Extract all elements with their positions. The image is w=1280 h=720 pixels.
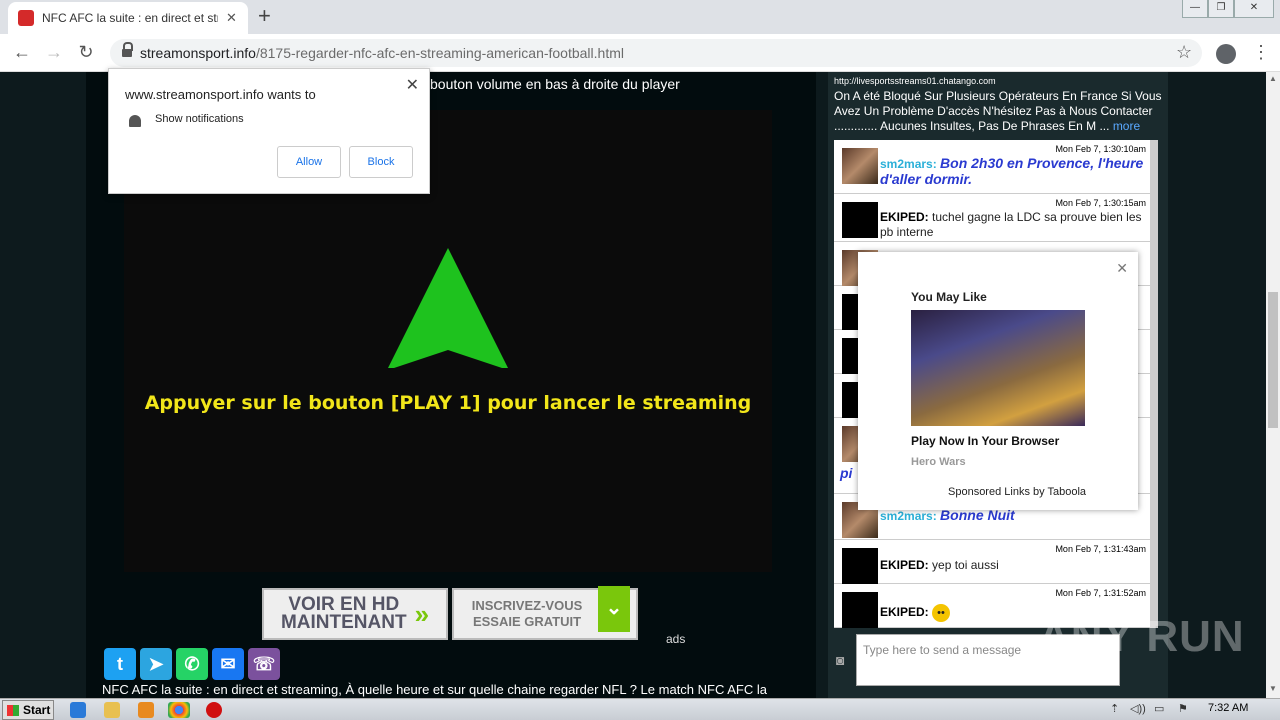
chat-message: Mon Feb 7, 1:31:43am EKIPED: yep toi aus… [834, 540, 1150, 584]
clock: 7:32 AM [1208, 702, 1249, 714]
restore-button[interactable]: ❐ [1208, 0, 1234, 18]
ads-label: ads [666, 632, 686, 646]
minimize-button[interactable]: — [1182, 0, 1208, 18]
site-favicon-icon [18, 10, 34, 26]
block-button[interactable]: Block [349, 146, 413, 178]
media-player-icon[interactable] [138, 702, 154, 718]
more-link[interactable]: more [1113, 119, 1140, 133]
back-arrow-icon[interactable]: ← [10, 41, 34, 65]
new-tab-button[interactable]: + [258, 4, 271, 28]
avatar[interactable] [842, 148, 878, 184]
viber-share-icon[interactable]: ☏ [248, 648, 280, 680]
watermark: ANY RUN [1038, 612, 1245, 661]
close-icon[interactable]: ✕ [1116, 260, 1128, 277]
smiley-icon: •• [932, 604, 951, 622]
double-chevron-down-icon: ⌄ [598, 586, 630, 632]
message-text: pi [840, 465, 853, 481]
watch-hd-ad-button[interactable]: VOIR EN HD MAINTENANT » [262, 588, 448, 640]
article-intro: NFC AFC la suite : en direct et streamin… [102, 682, 767, 697]
profile-avatar-icon[interactable] [1216, 44, 1236, 64]
message-time: Mon Feb 7, 1:30:10am [1055, 144, 1146, 154]
network-icon[interactable]: ▭ [1154, 702, 1164, 715]
volume-icon[interactable]: ◁)) [1130, 702, 1146, 715]
username[interactable]: EKIPED: [880, 558, 929, 572]
chat-scrollbar[interactable] [1150, 140, 1158, 628]
twitter-share-icon[interactable]: t [104, 648, 136, 680]
ad-sub-line1: INSCRIVEZ-VOUS [471, 598, 583, 613]
tab-close-icon[interactable]: ✕ [226, 10, 237, 26]
ad-sub-line2: ESSAIE GRATUIT [472, 614, 582, 629]
page-scrollbar[interactable]: ▲ ▼ [1266, 72, 1280, 698]
chat-message: Mon Feb 7, 1:30:10am sm2mars: Bon 2h30 e… [834, 140, 1150, 194]
email-share-icon[interactable]: ✉ [212, 648, 244, 680]
avatar[interactable] [842, 592, 878, 628]
reload-icon[interactable]: ↻ [74, 41, 98, 65]
taboola-popup: ✕ You May Like Play Now In Your Browser … [858, 252, 1138, 510]
scroll-down-icon[interactable]: ▼ [1269, 684, 1277, 693]
flag-icon[interactable]: ⚑ [1178, 702, 1188, 715]
ad-headline[interactable]: Play Now In Your Browser [911, 434, 1059, 448]
message-time: Mon Feb 7, 1:31:43am [1055, 544, 1146, 554]
bell-icon [129, 115, 141, 127]
whatsapp-share-icon[interactable]: ✆ [176, 648, 208, 680]
taskbar: Start ⇡ ◁)) ▭ ⚑ 7:32 AM [0, 698, 1280, 720]
game-ad-image[interactable] [911, 310, 1085, 426]
permission-text: Show notifications [155, 113, 244, 125]
camera-icon[interactable]: ◙ [836, 652, 844, 668]
start-button[interactable]: Start [2, 700, 54, 720]
username[interactable]: sm2mars: [880, 509, 937, 523]
ad-hd-line2: MAINTENANT [280, 612, 407, 633]
browser-toolbar: ← → ↻ streamonsport.info/8175-regarder-n… [0, 34, 1280, 72]
permission-title: www.streamonsport.info wants to [125, 87, 316, 102]
chat-link[interactable]: http://livesportsstreams01.chatango.com [834, 74, 1166, 89]
browser-window: NFC AFC la suite : en direct et strea ✕ … [0, 0, 1280, 698]
username[interactable]: EKIPED: [880, 210, 929, 224]
tray-up-icon[interactable]: ⇡ [1110, 702, 1119, 715]
chat-message: Mon Feb 7, 1:30:15am EKIPED: tuchel gagn… [834, 194, 1150, 242]
scroll-up-icon[interactable]: ▲ [1269, 74, 1277, 83]
folder-icon[interactable] [104, 702, 120, 718]
ie-icon[interactable] [70, 702, 86, 718]
username[interactable]: sm2mars: [880, 157, 937, 171]
double-chevron-right-icon: » [414, 599, 430, 629]
player-instruction-text: bouton volume en bas à droite du player [430, 76, 680, 92]
signup-ad-button[interactable]: INSCRIVEZ-VOUS ESSAIE GRATUIT ⌄ [452, 586, 638, 640]
notification-permission-popup: www.streamonsport.info wants to ✕ Show n… [108, 68, 430, 194]
play-instruction: Appuyer sur le bouton [PLAY 1] pour lanc… [144, 392, 752, 414]
message-text: yep toi aussi [932, 558, 999, 572]
tab-strip: NFC AFC la suite : en direct et strea ✕ … [0, 0, 1280, 34]
forward-arrow-icon[interactable]: → [42, 41, 66, 65]
lock-icon [122, 42, 133, 58]
browser-tab[interactable]: NFC AFC la suite : en direct et strea ✕ [8, 2, 248, 34]
menu-kebab-icon[interactable]: ⋮ [1252, 42, 1270, 63]
arrow-notch [388, 350, 508, 370]
tab-title: NFC AFC la suite : en direct et strea [42, 11, 218, 25]
message-time: Mon Feb 7, 1:30:15am [1055, 198, 1146, 208]
url-text: streamonsport.info/8175-regarder-nfc-afc… [140, 45, 624, 61]
chrome-icon[interactable] [168, 702, 190, 718]
ad-brand: Hero Wars [911, 456, 966, 468]
bookmark-star-icon[interactable]: ☆ [1176, 42, 1192, 63]
avatar[interactable] [842, 202, 878, 238]
scroll-thumb[interactable] [1268, 292, 1278, 428]
address-bar[interactable]: streamonsport.info/8175-regarder-nfc-afc… [110, 39, 1202, 67]
telegram-share-icon[interactable]: ➤ [140, 648, 172, 680]
username[interactable]: EKIPED: [880, 605, 929, 619]
message-time: Mon Feb 7, 1:31:52am [1055, 588, 1146, 598]
allow-button[interactable]: Allow [277, 146, 341, 178]
close-window-button[interactable]: ✕ [1234, 0, 1274, 18]
close-icon[interactable]: ✕ [406, 75, 419, 95]
chat-header: http://livesportsstreams01.chatango.com … [834, 74, 1166, 134]
taboola-footer[interactable]: Sponsored Links by Taboola [948, 486, 1086, 498]
recommendation-title: You May Like [911, 290, 987, 304]
warning-icon[interactable] [206, 702, 222, 718]
avatar[interactable] [842, 548, 878, 584]
